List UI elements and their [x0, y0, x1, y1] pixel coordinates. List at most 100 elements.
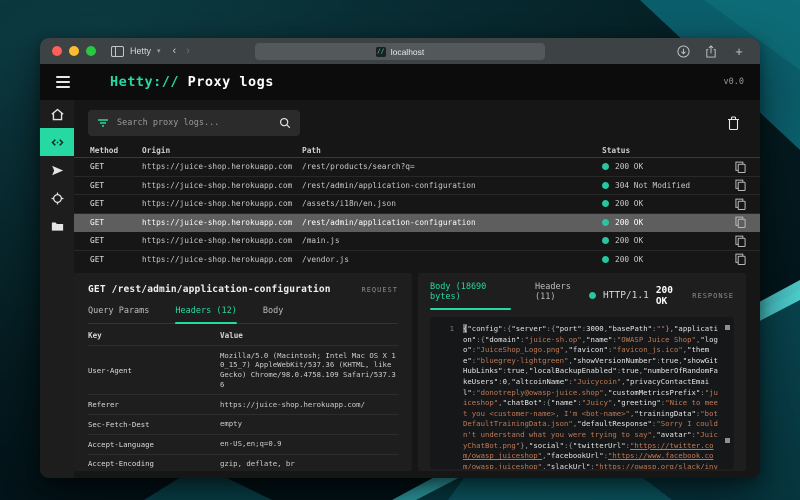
log-path: /rest/admin/application-configuration: [302, 181, 602, 190]
column-origin: Origin: [142, 146, 302, 155]
log-path: /rest/admin/application-configuration: [302, 218, 602, 227]
request-panel: GET /rest/admin/application-configuratio…: [74, 273, 412, 471]
menu-icon[interactable]: [56, 76, 70, 88]
response-status: HTTP/1.1 200 OK RESPONSE: [589, 285, 734, 307]
log-row[interactable]: GEThttps://juice-shop.herokuapp.com/vend…: [74, 251, 760, 269]
header-row: Sec-Fetch-Destempty: [88, 415, 398, 435]
copy-icon[interactable]: [720, 179, 746, 191]
response-tab-body-18690-bytes[interactable]: Body (18690 bytes): [430, 282, 511, 309]
header-row: Refererhttps://juice-shop.herokuapp.com/: [88, 395, 398, 415]
log-path: /assets/i18n/en.json: [302, 199, 602, 208]
close-window-button[interactable]: [52, 46, 62, 56]
search-icon[interactable]: [279, 117, 291, 129]
column-path: Path: [302, 146, 602, 155]
header-key: Referer: [88, 400, 220, 409]
response-panel-label: RESPONSE: [692, 292, 734, 300]
log-path: /vendor.js: [302, 255, 602, 264]
search-input[interactable]: Search proxy logs...: [88, 110, 300, 136]
column-key: Key: [88, 331, 220, 340]
new-tab-icon[interactable]: +: [730, 42, 748, 60]
log-row[interactable]: GEThttps://juice-shop.herokuapp.com/main…: [74, 232, 760, 251]
app-header: Hetty:// Proxy logs v0.0: [40, 64, 760, 100]
back-button[interactable]: ‹: [173, 45, 177, 57]
log-method: GET: [90, 218, 142, 227]
log-method: GET: [90, 255, 142, 264]
log-origin: https://juice-shop.herokuapp.com: [142, 199, 302, 208]
download-icon[interactable]: [674, 42, 692, 60]
log-status: 304 Not Modified: [615, 181, 690, 190]
browser-titlebar: Hetty ▾ ‹ › // localhost +: [40, 38, 760, 64]
copy-icon[interactable]: [720, 198, 746, 210]
home-icon: [50, 107, 65, 122]
header-key: Sec-Fetch-Dest: [88, 420, 220, 429]
chevron-down-icon[interactable]: ▾: [157, 47, 161, 55]
forward-button[interactable]: ›: [186, 45, 190, 57]
column-status: Status: [602, 146, 720, 155]
log-row[interactable]: GEThttps://juice-shop.herokuapp.com/rest…: [74, 158, 760, 177]
response-body-viewer[interactable]: 1 {"config":{"server":{"port":3000,"base…: [430, 317, 734, 469]
response-tabs: Body (18690 bytes) Headers (11): [430, 282, 589, 309]
scrollbar-thumb[interactable]: [725, 438, 730, 443]
log-method: GET: [90, 181, 142, 190]
log-method: GET: [90, 162, 142, 171]
status-code-text: 200 OK: [656, 285, 673, 307]
status-dot: [602, 163, 609, 170]
protocol-text: HTTP/1.1: [603, 290, 649, 301]
column-value: Value: [220, 331, 398, 340]
status-dot: [589, 292, 596, 299]
header-row: Accept-Encodinggzip, deflate, br: [88, 455, 398, 471]
maximize-window-button[interactable]: [86, 46, 96, 56]
header-row: Accept-Languageen-US,en;q=0.9: [88, 435, 398, 455]
copy-icon[interactable]: [720, 253, 746, 265]
log-status: 200 OK: [615, 199, 643, 208]
sidebar-item-projects[interactable]: [40, 212, 74, 240]
copy-icon[interactable]: [720, 161, 746, 173]
header-row: User-AgentMozilla/5.0 (Macintosh; Intel …: [88, 346, 398, 395]
request-panel-label: REQUEST: [361, 286, 398, 294]
search-placeholder: Search proxy logs...: [117, 118, 271, 128]
request-tab-query-params[interactable]: Query Params: [88, 306, 149, 323]
sidebar-item-sender[interactable]: [40, 156, 74, 184]
log-origin: https://juice-shop.herokuapp.com: [142, 218, 302, 227]
browser-sidebar-toggle-icon[interactable]: [108, 42, 126, 60]
main-content: Search proxy logs... MethodOriginPathSta…: [74, 100, 760, 471]
log-status: 200 OK: [615, 236, 643, 245]
log-origin: https://juice-shop.herokuapp.com: [142, 236, 302, 245]
request-tab-headers-12[interactable]: Headers (12): [175, 306, 236, 323]
log-origin: https://juice-shop.herokuapp.com: [142, 181, 302, 190]
response-tab-headers-11[interactable]: Headers (11): [535, 282, 589, 309]
browser-tab-title[interactable]: Hetty: [130, 46, 151, 56]
log-origin: https://juice-shop.herokuapp.com: [142, 255, 302, 264]
browser-window: Hetty ▾ ‹ › // localhost + Hetty:// Prox…: [40, 38, 760, 478]
copy-icon[interactable]: [720, 216, 746, 228]
header-value: empty: [220, 419, 398, 429]
scrollbar-thumb[interactable]: [725, 325, 730, 330]
proxy-logs-table: MethodOriginPathStatusGEThttps://juice-s…: [74, 143, 760, 268]
request-title: GET /rest/admin/application-configuratio…: [88, 284, 331, 295]
copy-icon[interactable]: [720, 235, 746, 247]
url-text: localhost: [391, 47, 425, 57]
header-key: Accept-Language: [88, 440, 220, 449]
status-dot: [602, 182, 609, 189]
sidebar-item-home[interactable]: [40, 100, 74, 128]
header-value: gzip, deflate, br: [220, 459, 398, 469]
minimize-window-button[interactable]: [69, 46, 79, 56]
log-row[interactable]: GEThttps://juice-shop.herokuapp.com/rest…: [74, 177, 760, 196]
header-key: User-Agent: [88, 366, 220, 375]
request-tab-body[interactable]: Body: [263, 306, 283, 323]
sidebar-item-scope[interactable]: [40, 184, 74, 212]
clear-logs-trash-icon[interactable]: [727, 116, 740, 130]
proxy-logs-icon: [50, 135, 65, 150]
log-path: /rest/products/search?q=: [302, 162, 602, 171]
header-value: Mozilla/5.0 (Macintosh; Intel Mac OS X 1…: [220, 351, 398, 390]
sidebar-item-proxy-logs[interactable]: [40, 128, 74, 156]
log-row[interactable]: GEThttps://juice-shop.herokuapp.com/rest…: [74, 214, 760, 233]
log-method: GET: [90, 199, 142, 208]
status-dot: [602, 237, 609, 244]
status-dot: [602, 256, 609, 263]
version-badge: v0.0: [724, 77, 744, 87]
site-favicon: //: [376, 47, 386, 57]
share-icon[interactable]: [702, 42, 720, 60]
address-bar[interactable]: // localhost: [255, 43, 545, 60]
log-row[interactable]: GEThttps://juice-shop.herokuapp.com/asse…: [74, 195, 760, 214]
